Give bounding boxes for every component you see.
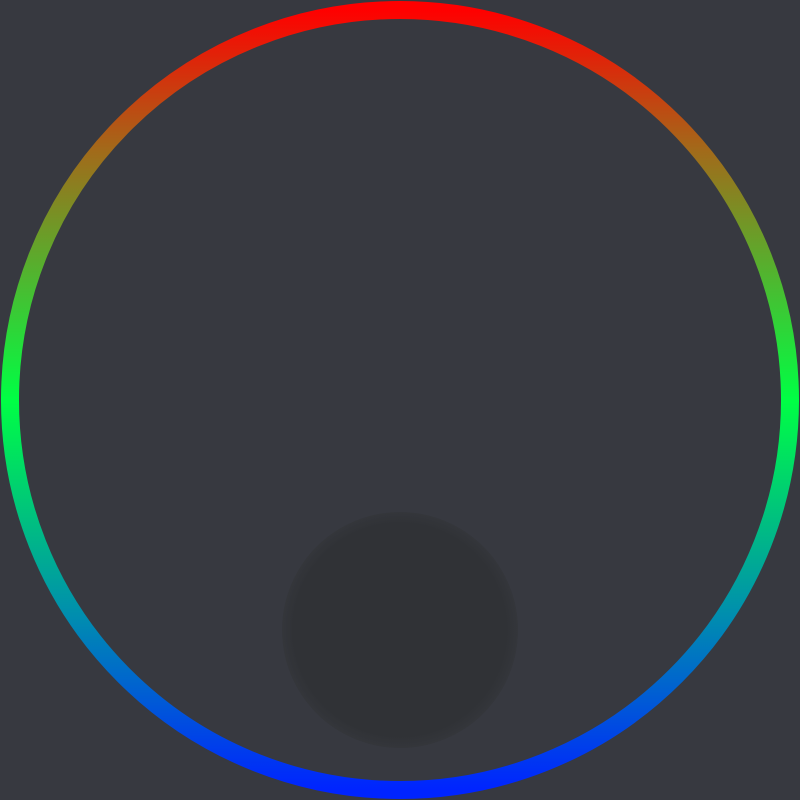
canvas-stage bbox=[0, 0, 800, 800]
knob-icon[interactable] bbox=[282, 512, 518, 748]
ring-graphic bbox=[1, 1, 799, 799]
